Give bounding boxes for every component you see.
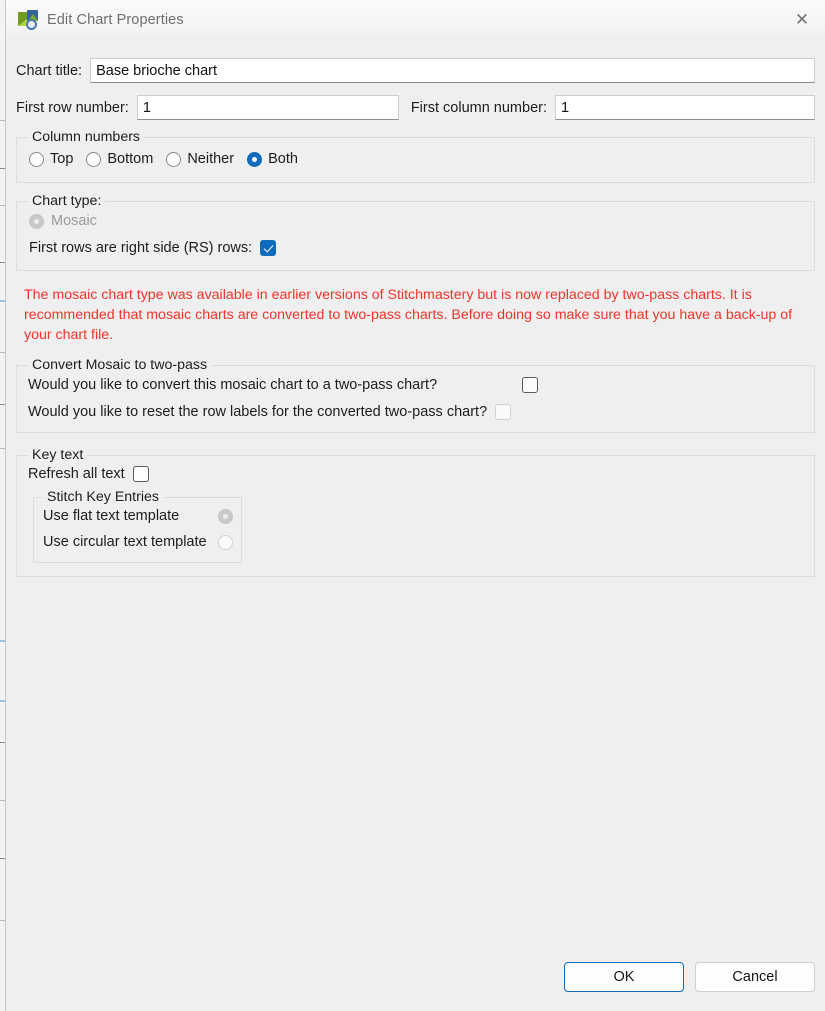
rs-rows-row: First rows are right side (RS) rows:: [29, 240, 277, 256]
radio-column-numbers-neither[interactable]: Neither: [166, 151, 234, 167]
convert-question-row: Would you like to convert this mosaic ch…: [28, 377, 538, 393]
radio-icon-bottom: [86, 151, 102, 167]
cancel-button[interactable]: Cancel: [695, 962, 815, 992]
column-numbers-legend: Column numbers: [28, 129, 145, 145]
first-column-number-input[interactable]: [555, 95, 815, 120]
radio-label-top: Top: [50, 151, 74, 167]
radio-icon-top: [29, 151, 44, 167]
radio-label-mosaic: Mosaic: [51, 213, 97, 229]
radio-column-numbers-bottom[interactable]: Bottom: [86, 151, 153, 167]
convert-mosaic-group: Convert Mosaic to two-pass Would you lik…: [16, 357, 815, 433]
rs-rows-checkbox[interactable]: [260, 240, 277, 256]
convert-mosaic-legend: Convert Mosaic to two-pass: [28, 357, 212, 373]
radio-label-flat-text-template: Use flat text template: [43, 508, 180, 524]
title-bar: Edit Chart Properties ✕: [6, 0, 825, 39]
radio-column-numbers-both[interactable]: Both: [247, 151, 298, 167]
radio-icon-neither: [166, 151, 182, 167]
close-icon[interactable]: ✕: [779, 0, 825, 39]
dialog-body: Chart title: First row number: First col…: [6, 39, 825, 1011]
reset-labels-label: Would you like to reset the row labels f…: [28, 404, 488, 420]
radio-circular-text-template: Use circular text template: [43, 534, 233, 550]
mosaic-warning-text: The mosaic chart type was available in e…: [24, 287, 793, 343]
chart-title-row: Chart title:: [16, 58, 815, 83]
radio-label-bottom: Bottom: [107, 151, 154, 167]
window-title: Edit Chart Properties: [47, 11, 184, 28]
chart-app-icon: [18, 9, 38, 30]
radio-flat-text-template: Use flat text template: [43, 508, 233, 524]
radio-label-both: Both: [268, 151, 298, 167]
convert-checkbox[interactable]: [522, 377, 538, 393]
first-column-number-label: First column number:: [410, 99, 547, 116]
radio-label-circular-text-template: Use circular text template: [43, 534, 207, 550]
first-row-number-input[interactable]: [136, 95, 399, 120]
refresh-all-text-checkbox[interactable]: [132, 466, 149, 482]
radio-icon-circular-text-template: [218, 534, 233, 550]
chart-title-input[interactable]: [90, 58, 815, 83]
stitch-key-entries-legend: Stitch Key Entries: [43, 489, 163, 505]
column-numbers-group: Column numbers Top Bottom Neither Both: [16, 129, 815, 183]
chart-type-group: Chart type: Mosaic First rows are right …: [16, 193, 815, 271]
radio-label-neither: Neither: [187, 151, 235, 167]
first-row-column-row: First row number: First column number:: [16, 95, 815, 120]
chart-type-legend: Chart type:: [28, 193, 106, 209]
radio-icon-both: [247, 151, 263, 167]
refresh-all-text-row: Refresh all text: [28, 466, 149, 482]
radio-column-numbers-top[interactable]: Top: [29, 151, 73, 167]
convert-question-label: Would you like to convert this mosaic ch…: [28, 377, 438, 393]
refresh-all-text-label: Refresh all text: [28, 466, 125, 482]
first-row-number-label: First row number:: [16, 99, 129, 116]
key-text-group: Key text Refresh all text Stitch Key Ent…: [16, 447, 815, 577]
radio-icon-flat-text-template: [218, 508, 233, 524]
chart-title-label: Chart title:: [16, 62, 83, 79]
reset-labels-checkbox[interactable]: [495, 404, 512, 420]
reset-labels-row: Would you like to reset the row labels f…: [28, 404, 512, 420]
radio-icon-mosaic: [29, 213, 44, 229]
radio-chart-type-mosaic: Mosaic: [29, 213, 97, 229]
rs-rows-label: First rows are right side (RS) rows:: [29, 240, 253, 256]
ok-button[interactable]: OK: [564, 962, 684, 992]
stitch-key-entries-group: Stitch Key Entries Use flat text templat…: [33, 489, 242, 563]
edit-chart-properties-dialog: Edit Chart Properties ✕ Chart title: Fir…: [6, 0, 825, 1011]
dialog-footer: OK Cancel: [564, 962, 815, 992]
key-text-legend: Key text: [28, 447, 88, 463]
